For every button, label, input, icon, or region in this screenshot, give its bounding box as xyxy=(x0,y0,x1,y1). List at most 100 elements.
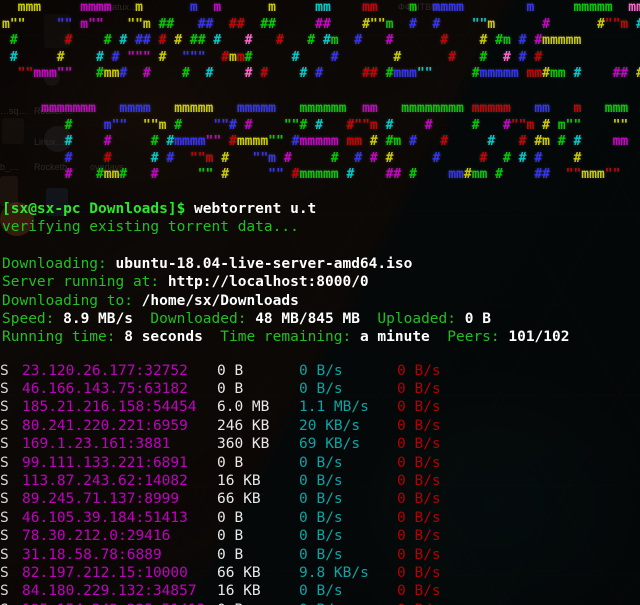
peer-downloaded-size: 16 KB xyxy=(217,473,261,490)
peer-flag: S xyxy=(0,362,9,379)
peer-address: 169.1.23.161:3881 xyxy=(22,436,171,453)
ascii-art-line: # #mm# # "" # "" #mmmmm # ## # mm#mm # #… xyxy=(64,167,621,183)
table-row: S 46.105.39.184:51413 0 B 0 B/s 0 B/s xyxy=(0,509,640,527)
shell-command: webtorrent u.t xyxy=(185,200,317,217)
peer-upload-speed: 0 B/s xyxy=(397,528,441,545)
peer-downloaded-size: 246 KB xyxy=(217,417,270,434)
desktop-screen: rescatux…ФФЫТВМ……sq…Rocket …Linux…b_…Roc… xyxy=(0,0,640,605)
peer-download-speed: 0 B/s xyxy=(299,491,343,508)
table-row: S 82.197.212.15:10000 66 KB 9.8 KB/s 0 B/s xyxy=(0,564,640,582)
peer-upload-speed: 0 B/s xyxy=(397,454,441,471)
verifying-line: verifying existing torrent data... xyxy=(2,219,299,236)
table-row: S 46.166.143.75:63182 0 B 0 B/s 0 B/s xyxy=(0,380,640,398)
ascii-art-line: mmm mmmm m m m m mm mm m mmmm m mmmmm mm… xyxy=(17,0,640,15)
ascii-art-line: # # # # ""m # ""m # # # # # # # # # # # xyxy=(64,150,582,166)
shell-prompt: [sx@sx-pc Downloads]$ xyxy=(2,200,186,217)
peer-upload-speed: 0 B/s xyxy=(397,399,441,416)
peer-download-speed: 0 B/s xyxy=(299,583,343,600)
peer-upload-speed: 0 B/s xyxy=(397,436,441,453)
table-row: S 89.245.71.137:8999 66 KB 0 B/s 0 B/s xyxy=(0,490,640,508)
peer-address: 82.197.212.15:10000 xyxy=(22,564,188,581)
peer-download-speed: 0 B/s xyxy=(299,601,397,605)
peer-downloaded-size: 0 B xyxy=(217,509,244,526)
peer-download-speed: 1.1 MB/s xyxy=(299,399,369,416)
peer-download-speed: 0 B/s xyxy=(299,362,343,379)
peer-upload-speed: 0 B/s xyxy=(397,601,487,605)
table-row: S 84.180.229.132:34857 16 KB 0 B/s 0 B/s xyxy=(0,582,640,600)
ascii-art-line: # # # # ## # # ## # # # # #m # # # # #m … xyxy=(9,33,582,49)
ascii-art-line: m"" "" m"" ""m ## ## ## ## ## #""m # # "… xyxy=(2,16,640,32)
peer-download-speed: 0 B/s xyxy=(299,546,343,563)
peer-downloaded-size: 0 B xyxy=(217,546,244,563)
peer-flag: S xyxy=(0,601,22,605)
ascii-art-line: ""mmm"" #mm# # # # # # # # ## #mmm"" #mm… xyxy=(17,66,640,82)
ascii-art-line: # # # #mmmm"" #mmmm"" #mmmmm mm # #m # #… xyxy=(64,134,629,150)
peer-flag: S xyxy=(0,381,9,398)
peer-flag: S xyxy=(0,436,9,453)
peer-flag: S xyxy=(0,528,9,545)
table-row: S195.154.242.225:514130 B0 B/s0 B/s xyxy=(0,601,640,605)
peer-flag: S xyxy=(0,564,9,581)
peer-upload-speed: 0 B/s xyxy=(397,417,441,434)
peer-flag: S xyxy=(0,417,9,434)
peer-download-speed: 0 B/s xyxy=(299,473,343,490)
ascii-art-line: mmmmmmm mmmm mmmmm mmmmm mmmmmm mm mmmmm… xyxy=(41,100,629,116)
peer-address: 78.30.212.0:29416 xyxy=(22,528,171,545)
peer-address: 185.21.216.158:54454 xyxy=(22,399,197,416)
table-row: S 99.111.133.221:6891 0 B 0 B/s 0 B/s xyxy=(0,454,640,472)
peer-upload-speed: 0 B/s xyxy=(397,473,441,490)
ascii-art-line: # # # # """ # """ #mm# # # # # # # # # xyxy=(9,49,543,65)
stat-downloading-file: Downloading: ubuntu-18.04-live-server-am… xyxy=(2,255,413,272)
ascii-art-line: # m"" ""m # ""# # ""# # #""m # # # #""m … xyxy=(64,117,629,133)
peer-flag: S xyxy=(0,399,9,416)
peer-flag: S xyxy=(0,491,9,508)
peer-upload-speed: 0 B/s xyxy=(397,564,441,581)
stat-download-path: Downloading to: /home/sx/Downloads xyxy=(2,292,299,309)
ascii-art-banner-torrents: mmmmmmm mmmm mmmmm mmmmm mmmmmm mm mmmmm… xyxy=(0,101,640,184)
peer-address: 31.18.58.78:6889 xyxy=(22,546,162,563)
peer-download-speed: 9.8 KB/s xyxy=(299,564,369,581)
peer-downloaded-size: 0 B xyxy=(217,454,244,471)
peer-upload-speed: 0 B/s xyxy=(397,381,441,398)
ascii-art-banner-download: mmm mmmm m m m m mm mm m mmmm m mmmmm mm… xyxy=(0,0,640,83)
peer-flag: S xyxy=(0,473,9,490)
peer-address: 46.105.39.184:51413 xyxy=(22,509,188,526)
stat-server-url: Server running at: http://localhost:8000… xyxy=(2,274,369,291)
peer-downloaded-size: 0 B xyxy=(217,362,244,379)
terminal-window[interactable]: mmm mmmm m m m m mm mm m mmmm m mmmmm mm… xyxy=(0,0,640,605)
terminal-prompt-line: [sx@sx-pc Downloads]$ webtorrent u.t xyxy=(0,200,640,218)
peer-downloaded-size: 66 KB xyxy=(217,491,261,508)
peer-download-speed: 0 B/s xyxy=(299,381,343,398)
peer-address: 23.120.26.177:32752 xyxy=(22,362,188,379)
peer-upload-speed: 0 B/s xyxy=(397,491,441,508)
table-row: S 78.30.212.0:29416 0 B 0 B/s 0 B/s xyxy=(0,527,640,545)
peer-download-speed: 20 KB/s xyxy=(299,417,361,434)
peer-downloaded-size: 0 B xyxy=(217,528,244,545)
table-row: S 31.18.58.78:6889 0 B 0 B/s 0 B/s xyxy=(0,546,640,564)
table-row: S 23.120.26.177:32752 0 B 0 B/s 0 B/s xyxy=(0,362,640,380)
peer-address: 46.166.143.75:63182 xyxy=(22,381,188,398)
peer-flag: S xyxy=(0,546,9,563)
peer-address: 80.241.220.221:6959 xyxy=(22,417,188,434)
peer-address: 89.245.71.137:8999 xyxy=(22,491,180,508)
peer-downloaded-size: 66 KB xyxy=(217,564,261,581)
peer-flag: S xyxy=(0,454,9,471)
peer-upload-speed: 0 B/s xyxy=(397,362,441,379)
peer-table: S 23.120.26.177:32752 0 B0 B/s 0 B/s S 46.166… xyxy=(0,362,640,605)
peer-upload-speed: 0 B/s xyxy=(397,583,441,600)
peer-downloaded-size: 16 KB xyxy=(217,583,261,600)
table-row: S 169.1.23.161:3881 360 KB 69 KB/s 0 B/s xyxy=(0,435,640,453)
peer-download-speed: 0 B/s xyxy=(299,509,343,526)
peer-download-speed: 0 B/s xyxy=(299,454,343,471)
table-row: S 185.21.216.158:54454 6.0 MB 1.1 MB/s 0 B/s xyxy=(0,398,640,416)
peer-upload-speed: 0 B/s xyxy=(397,546,441,563)
peer-downloaded-size: 360 KB xyxy=(217,436,270,453)
peer-flag: S xyxy=(0,509,9,526)
table-row: S 80.241.220.221:6959 246 KB 20 KB/s 0 B/s xyxy=(0,417,640,435)
peer-downloaded-size: 0 B xyxy=(217,381,244,398)
peer-address: 113.87.243.62:14082 xyxy=(22,473,188,490)
peer-flag: S xyxy=(0,583,9,600)
stat-speed-line: Speed: 8.9 MB/s Downloaded: 48 MB/845 MB… xyxy=(2,310,491,327)
peer-downloaded-size: 0 B xyxy=(217,601,299,605)
peer-download-speed: 69 KB/s xyxy=(299,436,361,453)
